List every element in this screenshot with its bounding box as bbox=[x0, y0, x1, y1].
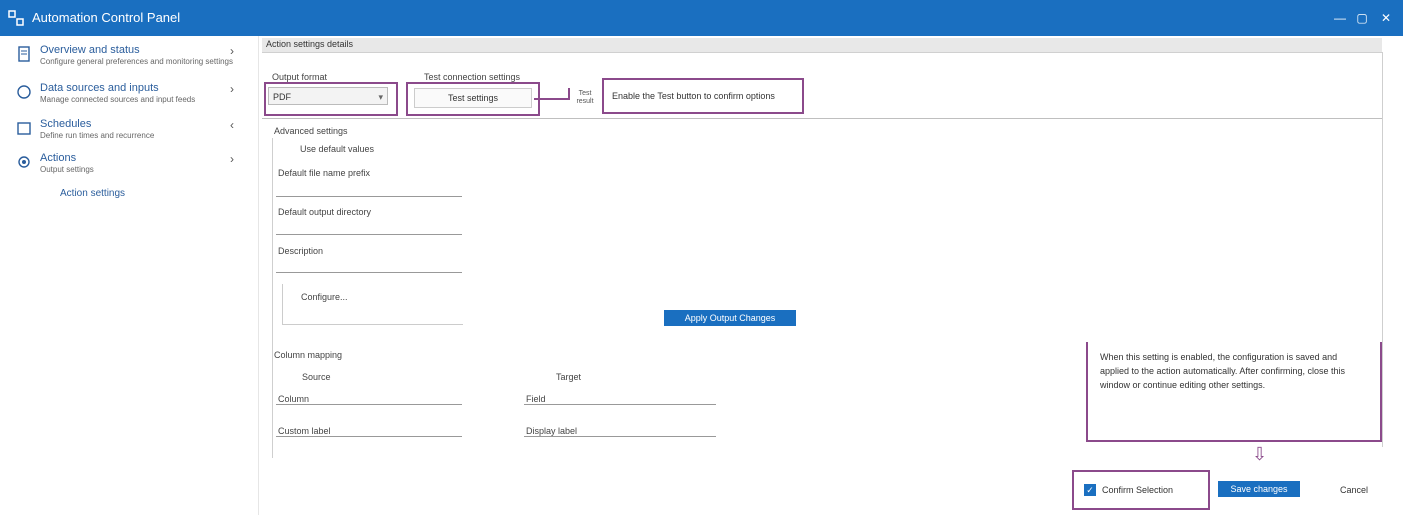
panel-title: Action settings details bbox=[266, 39, 354, 49]
document-icon bbox=[18, 46, 30, 62]
sidebar-item-subtitle: Output settings bbox=[40, 165, 94, 174]
apply-output-button[interactable]: Apply Output Changes bbox=[664, 310, 796, 326]
callout-text: Enable the Test button to confirm option… bbox=[612, 91, 775, 101]
cancel-button[interactable]: Cancel bbox=[1340, 485, 1368, 495]
row1-source-value: Column bbox=[278, 394, 310, 404]
arrow-down-icon: ⇩ bbox=[1252, 444, 1268, 464]
panel-right-border bbox=[1382, 52, 1383, 447]
column-header-target: Target bbox=[556, 372, 582, 382]
test-settings-button[interactable]: Test settings bbox=[414, 88, 532, 108]
info-note: When this setting is enabled, the config… bbox=[1086, 342, 1382, 442]
output-format-value: PDF bbox=[273, 92, 291, 102]
minimize-button[interactable]: — bbox=[1330, 8, 1350, 28]
callout-box: Enable the Test button to confirm option… bbox=[602, 78, 804, 114]
chevron-right-icon: › bbox=[230, 44, 234, 58]
sidebar-item-subtitle: Define run times and recurrence bbox=[40, 131, 155, 140]
section-border bbox=[272, 138, 273, 458]
row1-target-input[interactable] bbox=[524, 404, 716, 405]
database-icon bbox=[17, 85, 31, 99]
gear-icon bbox=[18, 156, 30, 168]
test-result-tag: Test result bbox=[576, 90, 594, 105]
advanced-settings-label: Advanced settings bbox=[274, 126, 348, 136]
output-format-select[interactable]: PDF ▾ bbox=[268, 87, 388, 105]
save-changes-button[interactable]: Save changes bbox=[1218, 481, 1300, 497]
chevron-left-icon: ‹ bbox=[230, 118, 234, 132]
use-defaults-label: Use default values bbox=[300, 144, 375, 154]
column-mapping-label: Column mapping bbox=[274, 350, 343, 360]
configure-group: Configure... bbox=[282, 284, 463, 325]
description-input[interactable] bbox=[276, 272, 462, 273]
app-logo-icon bbox=[8, 10, 24, 26]
sidebar-item-title: Overview and status bbox=[40, 44, 140, 56]
sidebar-link-action-settings[interactable]: Action settings bbox=[60, 188, 125, 199]
output-dir-label: Default output directory bbox=[278, 207, 372, 217]
description-label: Description bbox=[278, 246, 324, 256]
calendar-icon bbox=[17, 122, 31, 135]
sidebar-item-overview[interactable]: Overview and status Configure general pr… bbox=[16, 44, 246, 72]
row2-target-value: Display label bbox=[526, 426, 578, 436]
test-connection-label: Test connection settings bbox=[424, 72, 521, 82]
panel-header: Action settings details bbox=[262, 38, 1382, 53]
restore-button[interactable]: ▢ bbox=[1352, 8, 1372, 28]
row2-source-value: Custom label bbox=[278, 426, 331, 436]
title-bar: Automation Control Panel — ▢ ✕ bbox=[0, 0, 1403, 36]
sidebar: Overview and status Configure general pr… bbox=[0, 36, 259, 515]
info-note-text: When this setting is enabled, the config… bbox=[1100, 352, 1345, 390]
row1-source-input[interactable] bbox=[276, 404, 462, 405]
sidebar-item-title: Data sources and inputs bbox=[40, 82, 159, 94]
sidebar-item-actions[interactable]: Actions Output settings › bbox=[16, 152, 246, 180]
confirm-checkbox-label: Confirm Selection bbox=[1102, 485, 1174, 495]
close-button[interactable]: ✕ bbox=[1376, 8, 1396, 28]
app-title: Automation Control Panel bbox=[32, 10, 181, 25]
sidebar-item-subtitle: Configure general preferences and monito… bbox=[40, 57, 234, 66]
sidebar-item-data-sources[interactable]: Data sources and inputs Manage connected… bbox=[16, 82, 246, 110]
column-header-source: Source bbox=[302, 372, 331, 382]
file-prefix-label: Default file name prefix bbox=[278, 168, 371, 178]
sidebar-item-subtitle: Manage connected sources and input feeds bbox=[40, 95, 196, 104]
row2-source-input[interactable] bbox=[276, 436, 462, 437]
configure-button[interactable]: Configure... bbox=[301, 292, 348, 302]
divider bbox=[262, 118, 1382, 119]
callout-connector bbox=[534, 98, 570, 100]
sidebar-item-title: Schedules bbox=[40, 118, 92, 130]
sidebar-item-schedules[interactable]: Schedules Define run times and recurrenc… bbox=[16, 118, 246, 146]
sidebar-item-title: Actions bbox=[40, 152, 77, 164]
row2-target-input[interactable] bbox=[524, 436, 716, 437]
file-prefix-input[interactable] bbox=[276, 196, 462, 197]
output-format-label: Output format bbox=[272, 72, 328, 82]
chevron-right-icon: › bbox=[230, 82, 234, 96]
output-dir-input[interactable] bbox=[276, 234, 462, 235]
confirm-checkbox[interactable]: ✓ bbox=[1084, 484, 1096, 496]
chevron-right-icon: › bbox=[230, 152, 234, 166]
chevron-down-icon: ▾ bbox=[378, 92, 383, 102]
row1-target-value: Field bbox=[526, 394, 546, 404]
